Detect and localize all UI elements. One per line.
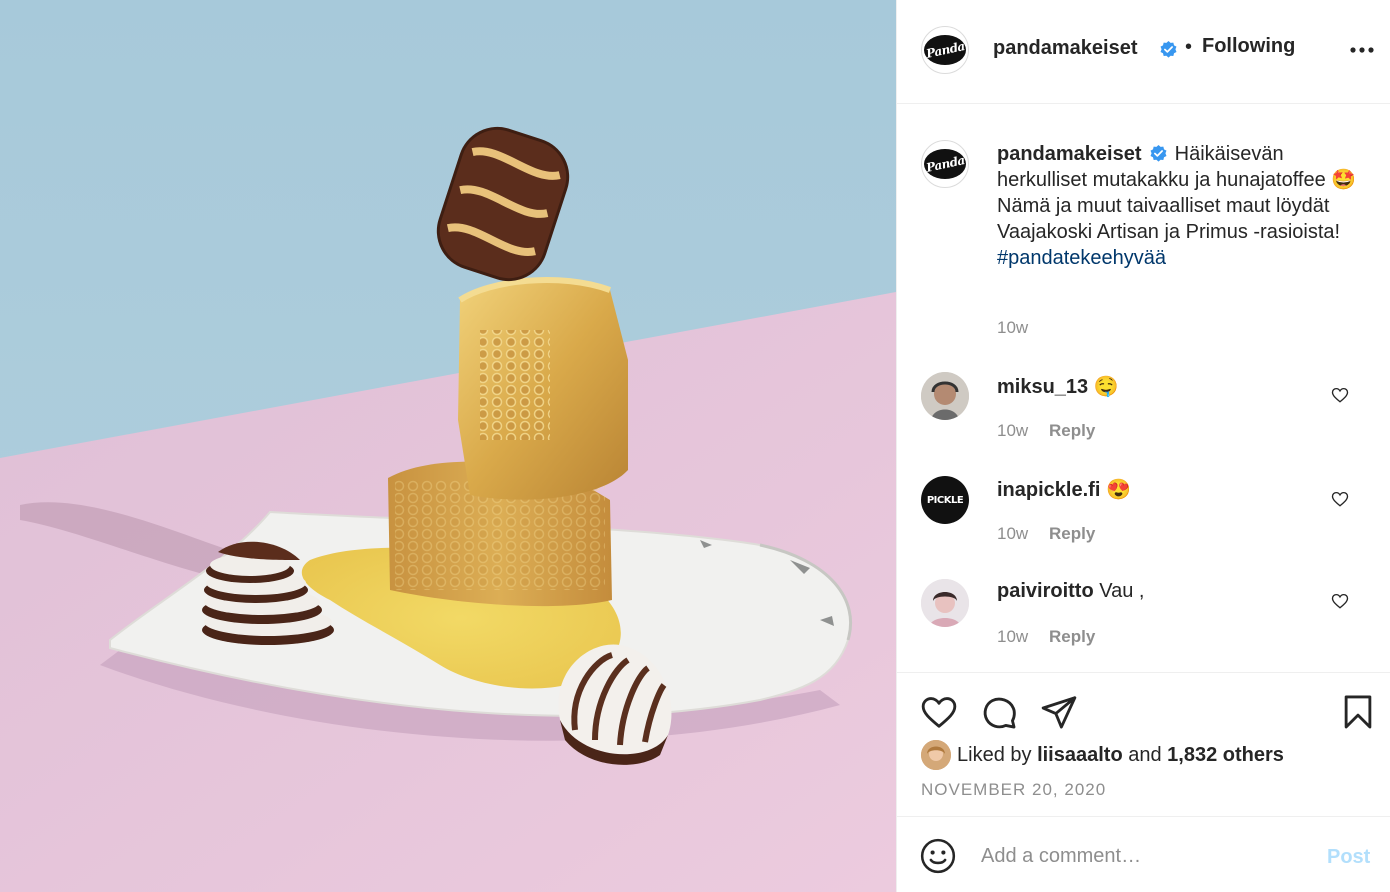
following-button[interactable]: Following (1202, 35, 1295, 58)
comment: inapickle.fi 😍 (997, 477, 1131, 502)
likes-prefix: Liked by (957, 744, 1032, 766)
verified-badge-icon (1150, 144, 1167, 162)
post-details-panel: Panda pandamakeiset • Following Panda pa… (896, 0, 1390, 892)
caption-author-avatar[interactable]: Panda (921, 140, 969, 188)
pickle-logo-icon: PICKLE (926, 494, 964, 506)
comment-text: Vau , (1099, 580, 1145, 602)
post-image (0, 0, 896, 892)
reply-button[interactable]: Reply (1049, 627, 1095, 647)
user-photo-icon (921, 740, 951, 770)
comment-timestamp[interactable]: 10w (997, 627, 1028, 647)
caption-username[interactable]: pandamakeiset (997, 143, 1142, 165)
post-caption: pandamakeiset Häikäisevän herkulliset mu… (997, 141, 1367, 271)
caption-hashtag[interactable]: #pandatekeehyvää (997, 245, 1367, 271)
add-comment-bar: Post (897, 816, 1390, 892)
like-comment-icon[interactable] (1331, 490, 1349, 508)
comment-avatar[interactable]: PICKLE (921, 476, 969, 524)
like-comment-icon[interactable] (1331, 592, 1349, 610)
comment-avatar[interactable] (921, 579, 969, 627)
verified-badge-icon (1160, 40, 1177, 58)
panda-logo-icon: Panda (924, 149, 966, 179)
comment-avatar[interactable] (921, 372, 969, 420)
likes-count[interactable]: 1,832 others (1167, 744, 1284, 766)
comment-timestamp[interactable]: 10w (997, 421, 1028, 441)
reply-button[interactable]: Reply (1049, 421, 1095, 441)
panda-logo-icon: Panda (924, 35, 966, 65)
comment-username[interactable]: paiviroitto (997, 580, 1094, 602)
post-photo[interactable] (0, 0, 896, 892)
comment-timestamp[interactable]: 10w (997, 524, 1028, 544)
like-heart-icon[interactable] (920, 693, 958, 731)
liker-avatar[interactable] (921, 740, 951, 770)
comment-username[interactable]: inapickle.fi (997, 479, 1100, 501)
separator-dot: • (1185, 36, 1193, 58)
comment-bubble-icon[interactable] (980, 693, 1018, 731)
author-avatar[interactable]: Panda (921, 26, 969, 74)
post-header: Panda pandamakeiset • Following (897, 0, 1390, 104)
like-comment-icon[interactable] (1331, 386, 1349, 404)
user-photo-icon (921, 372, 969, 420)
reply-button[interactable]: Reply (1049, 524, 1095, 544)
comment-username[interactable]: miksu_13 (997, 376, 1088, 398)
save-bookmark-icon[interactable] (1339, 693, 1377, 731)
emoji-smiley-icon[interactable] (919, 837, 957, 875)
author-username[interactable]: pandamakeiset (993, 37, 1138, 60)
comment: miksu_13 🤤 (997, 374, 1119, 399)
post-actions: Liked by liisaaalto and 1,832 others NOV… (897, 672, 1390, 816)
post-date[interactable]: NOVEMBER 20, 2020 (921, 780, 1106, 800)
comment-text: 😍 (1105, 479, 1131, 501)
likes-conjunction: and (1128, 744, 1162, 766)
likes-summary: Liked by liisaaalto and 1,832 others (957, 744, 1284, 767)
post-comment-button[interactable]: Post (1327, 846, 1370, 869)
share-paper-plane-icon[interactable] (1040, 693, 1078, 731)
comment-text: 🤤 (1093, 376, 1119, 398)
comment-input[interactable] (981, 839, 1311, 873)
more-options-icon[interactable] (1349, 40, 1375, 60)
comment: paiviroitto Vau , (997, 580, 1144, 603)
user-photo-icon (921, 579, 969, 627)
caption-timestamp[interactable]: 10w (997, 318, 1028, 338)
liker-username[interactable]: liisaaalto (1037, 744, 1123, 766)
